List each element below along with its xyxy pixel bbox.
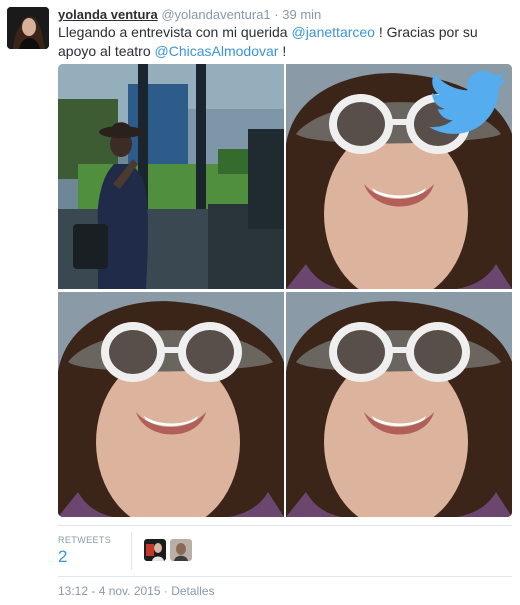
retweets-count[interactable]: 2 (58, 547, 67, 567)
footer-separator: · (163, 584, 168, 598)
stats-divider (131, 532, 132, 570)
avatar[interactable] (7, 7, 49, 49)
details-link[interactable]: Detalles (171, 584, 214, 598)
photo-grid (58, 64, 512, 517)
mention-link[interactable]: @janettarceo (291, 24, 374, 40)
tweet-time[interactable]: 39 min (282, 7, 321, 22)
author-username[interactable]: @yolandaventura1 (161, 7, 270, 22)
photo-tile[interactable] (58, 64, 284, 289)
retweets-label: RETWEETS (58, 535, 112, 545)
tweet-stats: RETWEETS 2 (58, 525, 512, 577)
photo-tile[interactable] (286, 292, 512, 517)
tweet: yolanda ventura @yolandaventura1 · 39 mi… (0, 0, 520, 605)
photo-tile[interactable] (58, 292, 284, 517)
tweet-text-part: Llegando a entrevista con mi querida (58, 24, 292, 40)
mention-link[interactable]: @ChicasAlmodovar (155, 43, 279, 59)
tweet-header: yolanda ventura @yolandaventura1 · 39 mi… (58, 6, 321, 23)
tweet-text: Llegando a entrevista con mi querida @ja… (58, 23, 510, 61)
tweet-footer: 13:12 - 4 nov. 2015 · Detalles (58, 584, 215, 598)
tweet-timestamp[interactable]: 13:12 - 4 nov. 2015 (58, 584, 161, 598)
retweeter-avatar-icon[interactable] (170, 539, 192, 561)
retweeter-avatar-icon[interactable] (144, 539, 166, 561)
photo-tile[interactable] (286, 64, 512, 289)
twitter-bird-icon (429, 69, 507, 137)
author-fullname[interactable]: yolanda ventura (58, 7, 158, 22)
header-separator: · (274, 7, 279, 22)
tweet-text-part: ! (278, 43, 287, 59)
